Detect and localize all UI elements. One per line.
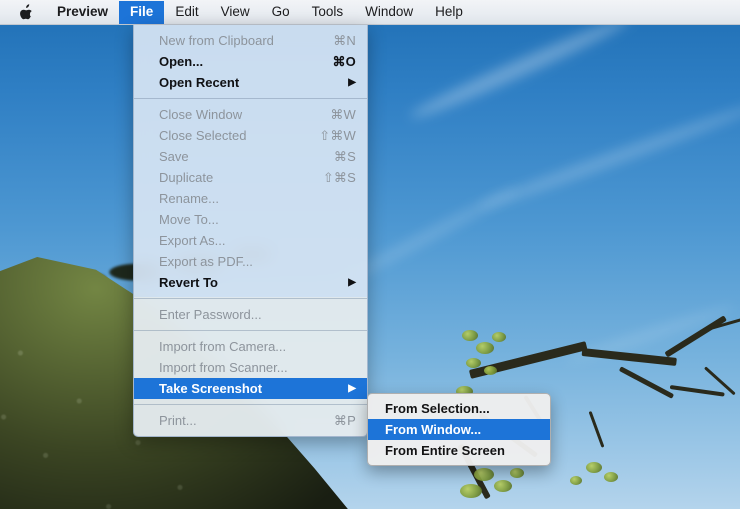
menu-item-save[interactable]: Save ⌘S [134, 146, 367, 167]
menu-item-label: Rename... [159, 191, 219, 206]
menubar-item-edit[interactable]: Edit [164, 1, 209, 24]
submenu-arrow-icon: ▶ [348, 382, 356, 394]
menu-item-label: Move To... [159, 212, 219, 227]
submenu-item-label: From Selection... [385, 401, 490, 416]
menu-separator [134, 330, 367, 331]
submenu-item-label: From Entire Screen [385, 443, 505, 458]
menu-item-revert-to[interactable]: Revert To ▶ [134, 272, 367, 293]
menu-item-label: Open... [159, 54, 204, 69]
menu-item-label: Revert To [159, 275, 218, 290]
menu-item-new-from-clipboard[interactable]: New from Clipboard ⌘N [134, 30, 367, 51]
menu-item-export-as-pdf[interactable]: Export as PDF... [134, 251, 367, 272]
menu-item-import-from-scanner[interactable]: Import from Scanner... [134, 357, 367, 378]
menu-bar: Preview File Edit View Go Tools Window H… [0, 0, 740, 25]
submenu-item-label: From Window... [385, 422, 482, 437]
apple-logo-icon[interactable] [18, 2, 34, 22]
menubar-item-file[interactable]: File [119, 0, 165, 24]
menu-item-label: Import from Scanner... [159, 360, 288, 375]
menubar-item-tools[interactable]: Tools [301, 1, 355, 24]
menu-item-label: Take Screenshot [159, 381, 263, 396]
menubar-item-preview[interactable]: Preview [46, 1, 119, 24]
submenu-arrow-icon: ▶ [348, 276, 356, 288]
menubar-item-window[interactable]: Window [354, 1, 424, 24]
menu-item-label: Close Window [159, 107, 243, 122]
menu-item-label: Close Selected [159, 128, 247, 143]
menu-item-label: Open Recent [159, 75, 240, 90]
submenu-item-from-window[interactable]: From Window... [368, 419, 550, 440]
menubar-item-help[interactable]: Help [424, 1, 474, 24]
menu-item-rename[interactable]: Rename... [134, 188, 367, 209]
menu-separator [134, 298, 367, 299]
menu-item-close-window[interactable]: Close Window ⌘W [134, 104, 367, 125]
menubar-item-view[interactable]: View [210, 1, 261, 24]
menu-separator [134, 404, 367, 405]
menu-item-label: New from Clipboard [159, 33, 274, 48]
menu-item-shortcut: ⌘S [333, 148, 356, 164]
menu-item-label: Export As... [159, 233, 226, 248]
menu-item-import-from-camera[interactable]: Import from Camera... [134, 336, 367, 357]
menu-item-move-to[interactable]: Move To... [134, 209, 367, 230]
menu-item-export-as[interactable]: Export As... [134, 230, 367, 251]
menu-item-duplicate[interactable]: Duplicate ⇧⌘S [134, 167, 367, 188]
menu-item-shortcut: ⇧⌘S [322, 169, 356, 185]
menu-item-shortcut: ⌘W [330, 106, 356, 122]
menu-item-shortcut: ⇧⌘W [319, 127, 356, 143]
menu-item-label: Save [159, 149, 189, 164]
submenu-item-from-entire-screen[interactable]: From Entire Screen [368, 440, 550, 461]
menubar-item-go[interactable]: Go [261, 1, 301, 24]
menu-item-shortcut: ⌘N [333, 32, 356, 48]
file-dropdown-menu: New from Clipboard ⌘N Open... ⌘O Open Re… [133, 25, 368, 437]
menu-item-label: Export as PDF... [159, 254, 253, 269]
menu-item-shortcut: ⌘P [333, 412, 356, 428]
menu-item-enter-password[interactable]: Enter Password... [134, 304, 367, 325]
menu-item-open-recent[interactable]: Open Recent ▶ [134, 72, 367, 93]
menu-item-open[interactable]: Open... ⌘O [134, 51, 367, 72]
menu-item-shortcut: ⌘O [332, 53, 356, 69]
menu-item-take-screenshot[interactable]: Take Screenshot ▶ [134, 378, 367, 399]
menu-item-label: Duplicate [159, 170, 214, 185]
menu-item-print[interactable]: Print... ⌘P [134, 410, 367, 431]
submenu-arrow-icon: ▶ [348, 76, 356, 88]
cloud-streak [407, 11, 633, 125]
submenu-item-from-selection[interactable]: From Selection... [368, 398, 550, 419]
menu-separator [134, 98, 367, 99]
menu-item-label: Enter Password... [159, 307, 262, 322]
menu-item-close-selected[interactable]: Close Selected ⇧⌘W [134, 125, 367, 146]
take-screenshot-submenu: From Selection... From Window... From En… [367, 393, 551, 466]
menu-item-label: Print... [159, 413, 197, 428]
menu-item-label: Import from Camera... [159, 339, 287, 354]
screen: Preview File Edit View Go Tools Window H… [0, 0, 740, 509]
